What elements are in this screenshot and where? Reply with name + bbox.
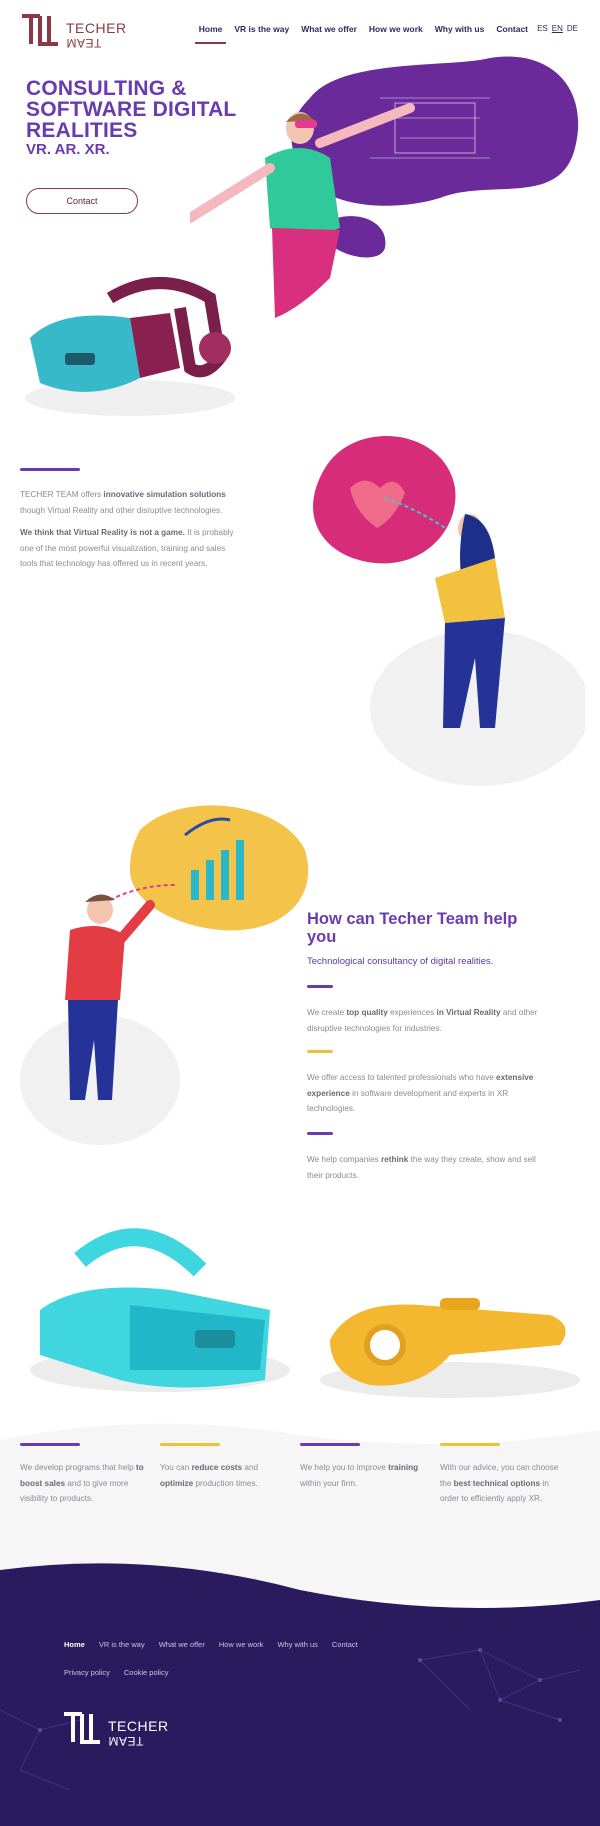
intro-divider [20,468,80,471]
help-p1-b: top quality [346,1008,388,1017]
language-switcher: ES EN DE [537,24,578,33]
footer-nav-what-we-offer[interactable]: What we offer [159,1640,205,1649]
vr-controller-yellow-illustration [320,1298,580,1398]
footer-privacy-policy[interactable]: Privacy policy [64,1668,110,1677]
hero-subtitle: VR. AR. XR. [26,141,110,158]
benefit-divider-2 [160,1443,220,1446]
help-p1-d: in Virtual Reality [436,1008,501,1017]
benefit-2-a: You can [160,1463,192,1472]
help-p3-b: rethink [381,1155,409,1164]
help-subtitle: Technological consultancy of digital rea… [307,956,494,967]
main-nav: Home VR is the way What we offer How we … [194,24,528,44]
benefit-4-b: best technical options [453,1478,541,1488]
vr-man-chart-illustration [20,805,309,1145]
benefit-1-text: We develop programs that help to boost s… [20,1460,145,1507]
help-title: How can Techer Team help you [307,910,518,946]
nav-why-with-us[interactable]: Why with us [435,24,485,34]
footer-nav-why-with-us[interactable]: Why with us [277,1640,317,1649]
footer-logo-text-top: TECHER [108,1718,169,1734]
benefit-divider-1 [20,1443,80,1446]
nav-vr-is-the-way[interactable]: VR is the way [234,24,289,34]
nav-how-we-work[interactable]: How we work [369,24,423,34]
hero-contact-button[interactable]: Contact [26,188,138,214]
nav-what-we-offer[interactable]: What we offer [301,24,357,34]
nav-contact[interactable]: Contact [496,24,528,34]
help-paragraph-2: We offer access to talented professional… [307,1070,552,1117]
intro-p1-b: innovative simulation solutions [103,490,226,499]
intro-paragraph-1: TECHER TEAM offers innovative simulation… [20,487,235,518]
footer-nav-how-we-work[interactable]: How we work [219,1640,264,1649]
benefit-3-a: We help you to improve [300,1463,389,1472]
intro-p1-c: though Virtual Reality and other disrupt… [20,505,223,515]
header-logo[interactable]: TECHER TEAM [20,12,135,52]
vr-headset-maroon-illustration [25,277,235,416]
help-paragraph-3: We help companies rethink the way they c… [307,1152,552,1183]
benefit-3-text: We help you to improve training within y… [300,1460,425,1491]
help-divider-1 [307,985,333,988]
lang-es[interactable]: ES [537,24,548,33]
nav-home[interactable]: Home [194,24,226,44]
benefit-2-d: optimize [160,1478,194,1488]
benefit-3-c: within your firm. [300,1478,358,1488]
logo-text-top: TECHER [66,20,127,36]
help-paragraph-1: We create top quality experiences in Vir… [307,1005,552,1036]
footer-nav-vr-is-the-way[interactable]: VR is the way [99,1640,145,1649]
hero-vr-person-illustration [190,56,579,318]
footer-legal-links: Privacy policy Cookie policy [64,1668,168,1677]
benefit-divider-4 [440,1443,500,1446]
help-divider-2 [307,1050,333,1053]
footer-nav: Home VR is the way What we offer How we … [64,1640,358,1649]
footer-logo[interactable]: TECHER TEAM [62,1710,172,1748]
vr-woman-heart-illustration [313,435,585,786]
benefit-4-text: With our advice, you can choose the best… [440,1460,560,1507]
vr-headset-cyan-illustration [30,1228,290,1392]
benefit-divider-3 [300,1443,360,1446]
benefit-2-c: and [242,1463,259,1472]
footer-logo-text-bottom: TEAM [108,1734,144,1748]
footer-logo-mark-icon [64,1712,100,1744]
help-divider-3 [307,1132,333,1135]
footer-nav-home[interactable]: Home [64,1640,85,1649]
help-p3-a: We help companies [307,1155,382,1164]
intro-p1-a: TECHER TEAM offers [20,490,104,499]
benefit-2-b: reduce costs [191,1463,243,1472]
benefit-2-e: production times. [193,1478,258,1488]
help-p1-a: We create [307,1008,347,1017]
footer-cookie-policy[interactable]: Cookie policy [124,1668,169,1677]
logo-text-bottom: TEAM [66,36,102,50]
intro-p2-a: We think that Virtual Reality is not a g… [20,528,185,537]
footer-nav-contact[interactable]: Contact [332,1640,358,1649]
lang-de[interactable]: DE [567,24,578,33]
logo-mark-icon [22,14,58,46]
benefit-2-text: You can reduce costs and optimize produc… [160,1460,285,1491]
help-p1-c: experiences [387,1008,437,1017]
intro-paragraph-2: We think that Virtual Reality is not a g… [20,525,240,572]
benefit-3-b: training [388,1463,419,1472]
help-p2-a: We offer access to talented professional… [307,1073,497,1082]
lang-en[interactable]: EN [552,24,563,33]
footer-background [0,1563,600,1826]
benefit-1-a: We develop programs that help [20,1463,136,1472]
